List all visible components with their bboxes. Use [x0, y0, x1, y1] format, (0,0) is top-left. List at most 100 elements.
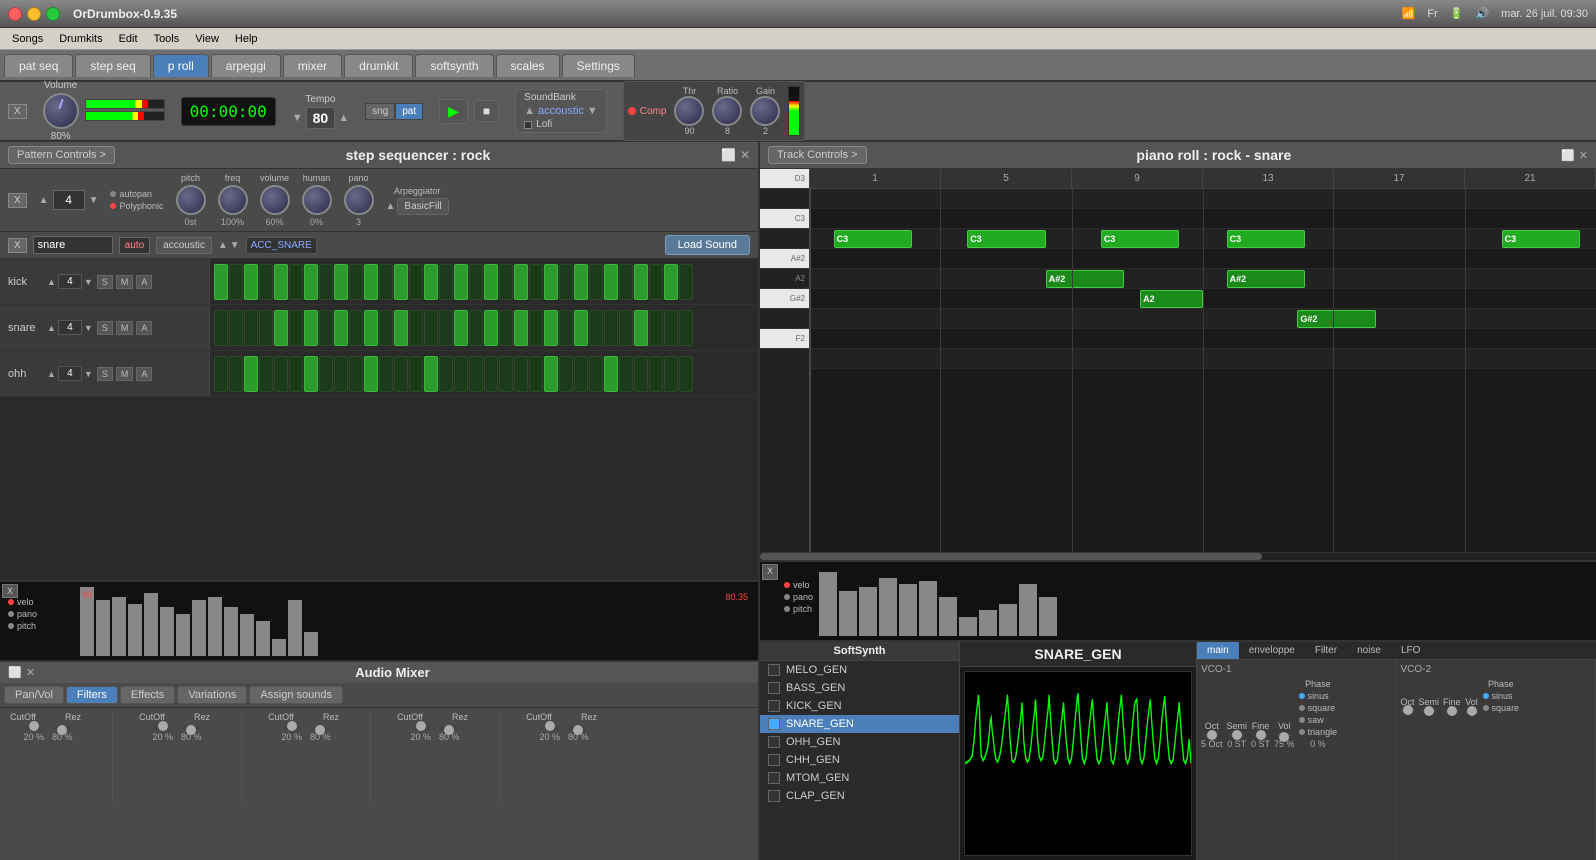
- seq-cell-16[interactable]: [454, 264, 468, 300]
- seq-cell-23[interactable]: [559, 310, 573, 346]
- ohh-s-button[interactable]: S: [97, 367, 113, 381]
- kick-beat-down[interactable]: ▼: [84, 277, 93, 287]
- volume-knob[interactable]: [43, 93, 79, 129]
- freq-knob[interactable]: [218, 185, 248, 215]
- wave-triangle[interactable]: triangle: [1308, 727, 1338, 737]
- seq-cell-12[interactable]: [394, 264, 408, 300]
- wave-square[interactable]: square: [1308, 703, 1336, 713]
- seq-cell-26[interactable]: [604, 310, 618, 346]
- filter-slider-rez-0[interactable]: [53, 726, 71, 730]
- snare-checkbox[interactable]: [768, 718, 780, 730]
- pr-vel-bar-9[interactable]: [999, 604, 1017, 637]
- vel-bar-5[interactable]: [160, 607, 174, 656]
- human-knob[interactable]: [302, 185, 332, 215]
- seq-cell-12[interactable]: [394, 356, 408, 392]
- seq-cell-24[interactable]: [574, 264, 588, 300]
- synth-tab-env[interactable]: enveloppe: [1239, 642, 1305, 659]
- seq-cell-4[interactable]: [274, 310, 288, 346]
- vel-bar-10[interactable]: [240, 614, 254, 656]
- snare-m-button[interactable]: M: [116, 321, 134, 335]
- synth-tab-main[interactable]: main: [1197, 642, 1239, 659]
- instr-melo-gen[interactable]: MELO_GEN: [760, 661, 959, 679]
- vel-bar-9[interactable]: [224, 607, 238, 656]
- seq-cell-12[interactable]: [394, 310, 408, 346]
- seq-cell-15[interactable]: [439, 356, 453, 392]
- instr-chh-gen[interactable]: CHH_GEN: [760, 751, 959, 769]
- tab-p-roll[interactable]: p roll: [153, 54, 209, 77]
- mixer-tab-panvol[interactable]: Pan/Vol: [4, 686, 64, 704]
- instr-snare-gen[interactable]: SNARE_GEN: [760, 715, 959, 733]
- seq-cell-29[interactable]: [649, 264, 663, 300]
- step-seq-close[interactable]: ✕: [740, 148, 750, 162]
- instr-mtom-gen[interactable]: MTOM_GEN: [760, 769, 959, 787]
- seq-cell-16[interactable]: [454, 356, 468, 392]
- seq-cell-10[interactable]: [364, 356, 378, 392]
- seq-cell-14[interactable]: [424, 356, 438, 392]
- ohh-beat-up[interactable]: ▲: [47, 369, 56, 379]
- pr-vel-bar-2[interactable]: [859, 587, 877, 636]
- thr-knob[interactable]: [674, 96, 704, 126]
- instr-ohh-gen[interactable]: OHH_GEN: [760, 733, 959, 751]
- mixer-close[interactable]: ✕: [26, 666, 35, 679]
- mixer-tab-effects[interactable]: Effects: [120, 686, 175, 704]
- sound-x-button[interactable]: X: [8, 238, 27, 253]
- seq-cell-3[interactable]: [259, 356, 273, 392]
- seq-cell-30[interactable]: [664, 264, 678, 300]
- kick-s-button[interactable]: S: [97, 275, 113, 289]
- pr-vel-bar-10[interactable]: [1019, 584, 1037, 636]
- vel-x-button[interactable]: X: [2, 584, 18, 598]
- seq-cell-21[interactable]: [529, 264, 543, 300]
- seq-cell-2[interactable]: [244, 310, 258, 346]
- snare-s-button[interactable]: S: [97, 321, 113, 335]
- synth-tab-noise[interactable]: noise: [1347, 642, 1391, 659]
- seq-cell-1[interactable]: [229, 310, 243, 346]
- tab-scales[interactable]: scales: [496, 54, 560, 77]
- seq-cell-22[interactable]: [544, 310, 558, 346]
- vco1-oct-slider[interactable]: [1205, 733, 1219, 737]
- note-as2-1[interactable]: A#2: [1046, 270, 1125, 288]
- seq-cell-30[interactable]: [664, 356, 678, 392]
- seq-cell-17[interactable]: [469, 356, 483, 392]
- vco2-wave-sinus[interactable]: sinus: [1492, 691, 1513, 701]
- seq-cell-6[interactable]: [304, 264, 318, 300]
- maximize-button[interactable]: [46, 7, 60, 21]
- seq-cell-26[interactable]: [604, 356, 618, 392]
- filter-slider-rez-3[interactable]: [440, 726, 458, 730]
- seq-cell-28[interactable]: [634, 356, 648, 392]
- seq-cell-5[interactable]: [289, 264, 303, 300]
- filter-slider-cutoff-0[interactable]: [25, 726, 43, 730]
- wave-sinus[interactable]: sinus: [1308, 691, 1329, 701]
- instr-x-button[interactable]: X: [8, 193, 27, 208]
- pr-vel-bar-7[interactable]: [959, 617, 977, 637]
- piano-roll-scrollbar[interactable]: [760, 552, 1596, 560]
- vel-bar-2[interactable]: [112, 597, 126, 657]
- menu-drumkits[interactable]: Drumkits: [51, 31, 110, 47]
- seq-cell-13[interactable]: [409, 310, 423, 346]
- pat-button[interactable]: pat: [395, 103, 423, 120]
- step-seq-expand[interactable]: ⬜: [721, 148, 736, 162]
- kick-checkbox[interactable]: [768, 700, 780, 712]
- seq-cell-6[interactable]: [304, 356, 318, 392]
- vel-bar-1[interactable]: [96, 600, 110, 656]
- vel-bar-4[interactable]: [144, 593, 158, 656]
- filter-slider-cutoff-2[interactable]: [283, 726, 301, 730]
- vel-bar-14[interactable]: [304, 632, 318, 657]
- gain-knob[interactable]: [750, 96, 780, 126]
- seq-cell-8[interactable]: [334, 264, 348, 300]
- pr-vel-x-button[interactable]: X: [762, 564, 778, 580]
- tab-settings[interactable]: Settings: [562, 54, 635, 77]
- seq-cell-14[interactable]: [424, 264, 438, 300]
- seq-cell-11[interactable]: [379, 356, 393, 392]
- tab-step-seq[interactable]: step seq: [75, 54, 150, 77]
- vco2-semi-slider[interactable]: [1422, 709, 1436, 713]
- seq-cell-2[interactable]: [244, 356, 258, 392]
- vel-bar-8[interactable]: [208, 597, 222, 657]
- vco2-oct-slider[interactable]: [1401, 709, 1415, 713]
- close-button[interactable]: [8, 7, 22, 21]
- filter-slider-cutoff-4[interactable]: [541, 726, 559, 730]
- instr-kick-gen[interactable]: KICK_GEN: [760, 697, 959, 715]
- tab-softsynth[interactable]: softsynth: [415, 54, 493, 77]
- pr-vel-bar-6[interactable]: [939, 597, 957, 636]
- seq-cell-11[interactable]: [379, 310, 393, 346]
- seq-cell-27[interactable]: [619, 264, 633, 300]
